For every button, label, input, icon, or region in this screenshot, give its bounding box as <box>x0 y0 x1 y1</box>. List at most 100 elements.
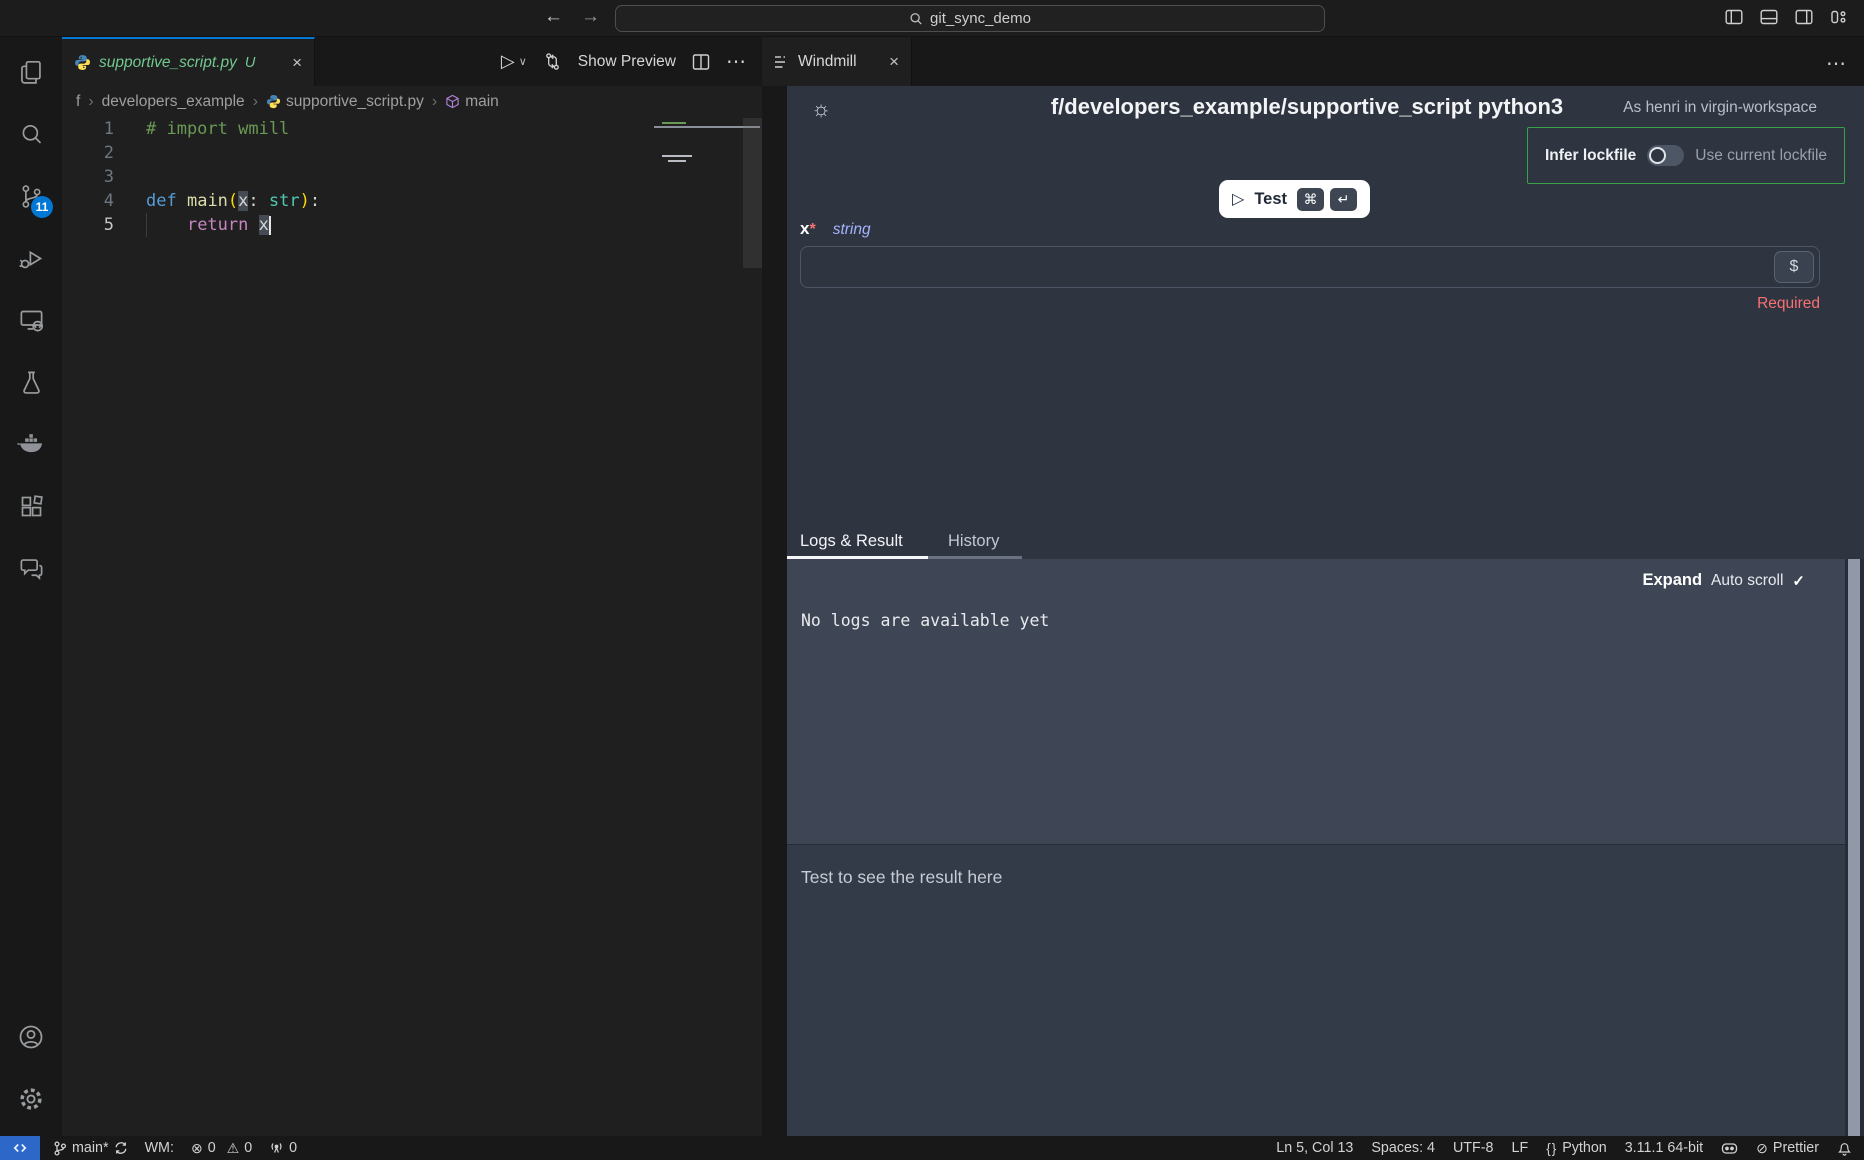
toggle-secondary-sidebar-icon[interactable] <box>1795 9 1813 25</box>
variable-picker-button[interactable]: $ <box>1774 251 1814 283</box>
run-debug-icon[interactable] <box>0 227 62 289</box>
remote-explorer-icon[interactable] <box>0 289 62 351</box>
lockfile-toggle[interactable] <box>1647 145 1684 166</box>
symbol-cube-icon <box>445 94 460 109</box>
source-control-icon[interactable]: 11 <box>0 165 62 227</box>
language-mode[interactable]: {} Python <box>1546 1140 1607 1156</box>
copilot-icon[interactable] <box>1721 1141 1738 1156</box>
breadcrumb-symbol[interactable]: main <box>445 93 499 111</box>
python-file-icon <box>266 94 281 109</box>
back-icon[interactable]: ← <box>544 6 563 28</box>
compare-changes-icon[interactable] <box>543 52 562 71</box>
auto-scroll-toggle[interactable]: Auto scroll <box>1711 572 1783 590</box>
breadcrumb-folder[interactable]: developers_example <box>102 93 245 111</box>
breadcrumb-root[interactable]: f <box>76 93 80 111</box>
eol-sequence[interactable]: LF <box>1512 1140 1529 1156</box>
customize-layout-icon[interactable] <box>1830 9 1848 25</box>
encoding[interactable]: UTF-8 <box>1453 1140 1494 1156</box>
extensions-icon[interactable] <box>0 475 62 537</box>
windmill-tab-bar: Windmill × ⋯ <box>762 37 1864 86</box>
line-number: 3 <box>62 165 114 189</box>
search-view-icon[interactable] <box>0 103 62 165</box>
required-message: Required <box>800 295 1820 313</box>
notifications-bell-icon[interactable] <box>1837 1141 1852 1156</box>
result-panel: Test to see the result here <box>787 844 1845 1136</box>
breadcrumb-separator-icon: › <box>253 93 258 111</box>
tab-label: supportive_script.py <box>99 54 237 72</box>
expand-button[interactable]: Expand <box>1642 571 1702 590</box>
toggle-sidebar-icon[interactable] <box>1725 9 1743 25</box>
test-button[interactable]: ▷ Test ⌘ ↵ <box>1219 180 1370 218</box>
more-actions-icon[interactable]: ⋯ <box>1826 51 1846 76</box>
ports-status[interactable]: 0 <box>269 1140 297 1156</box>
editor-scrollbar[interactable] <box>743 118 762 268</box>
comments-icon[interactable] <box>0 537 62 599</box>
enter-key-icon: ↵ <box>1330 188 1357 211</box>
tab-windmill[interactable]: Windmill × <box>762 37 912 86</box>
indent-guide <box>146 213 147 237</box>
arg-type: string <box>833 221 871 239</box>
tab-logs-result[interactable]: Logs & Result <box>800 532 903 551</box>
branch-icon <box>53 1141 67 1156</box>
breadcrumb: f › developers_example › supportive_scri… <box>62 86 762 117</box>
highlighted-occurrence: x <box>259 215 269 235</box>
more-actions-icon[interactable]: ⋯ <box>726 49 746 74</box>
breadcrumb-separator-icon: › <box>88 93 93 111</box>
run-python-file-icon[interactable]: ▷ <box>501 51 515 72</box>
tab-history[interactable]: History <box>948 532 999 551</box>
git-branch-status[interactable]: main* <box>53 1140 128 1156</box>
toggle-panel-icon[interactable] <box>1760 9 1778 25</box>
close-icon[interactable]: × <box>292 53 302 73</box>
sync-icon <box>114 1141 128 1155</box>
result-placeholder: Test to see the result here <box>801 867 1002 888</box>
windmill-status[interactable]: WM: <box>145 1140 174 1156</box>
chevron-down-icon[interactable]: ∨ <box>519 55 527 68</box>
prettier-slash-icon: ⊘ <box>1756 1140 1768 1157</box>
windmill-panel-icon <box>774 55 790 69</box>
minimap[interactable] <box>660 119 690 179</box>
forward-icon[interactable]: → <box>581 6 600 28</box>
title-bar: ← → git_sync_demo <box>0 0 1864 37</box>
windmill-webview: ☼ f/developers_example/supportive_script… <box>787 86 1864 1136</box>
cursor-position[interactable]: Ln 5, Col 13 <box>1276 1140 1353 1156</box>
code-editor[interactable]: 1# import wmill 2 3 4def main(x: str): 5… <box>62 117 762 1136</box>
vscode-window: ← → git_sync_demo 11 <box>0 0 1864 1160</box>
command-center-search[interactable]: git_sync_demo <box>615 5 1325 32</box>
tab-supportive-script[interactable]: supportive_script.py U × <box>62 37 315 86</box>
activity-bar: 11 <box>0 37 62 1136</box>
windmill-group: Windmill × ⋯ ☼ f/developers_example/supp… <box>762 37 1864 1136</box>
problems-status[interactable]: ⊗ 0 ⚠ 0 <box>191 1140 252 1157</box>
split-editor-icon[interactable] <box>692 53 710 71</box>
scm-badge: 11 <box>31 196 53 218</box>
status-bar: main* WM: ⊗ 0 ⚠ 0 0 Ln 5, Col 13 Spaces:… <box>0 1136 1864 1160</box>
line-number-active: 5 <box>62 213 114 237</box>
prettier-status[interactable]: ⊘ Prettier <box>1756 1140 1819 1157</box>
cmd-key-icon: ⌘ <box>1297 188 1324 211</box>
breadcrumb-separator-icon: › <box>432 93 437 111</box>
arg-x-input[interactable]: $ <box>800 246 1820 288</box>
docker-icon[interactable] <box>0 413 62 475</box>
infer-lockfile-label: Infer lockfile <box>1545 147 1636 165</box>
scrollbar-thumb[interactable] <box>1848 559 1860 1136</box>
settings-gear-icon[interactable] <box>0 1068 62 1130</box>
account-icon[interactable] <box>0 1006 62 1068</box>
editor-tab-bar: supportive_script.py U × ▷ ∨ Show Previe… <box>62 37 762 86</box>
webview-scrollbar[interactable] <box>1845 559 1864 1136</box>
indentation[interactable]: Spaces: 4 <box>1371 1140 1435 1156</box>
remote-indicator[interactable] <box>0 1136 40 1160</box>
breadcrumb-file[interactable]: supportive_script.py <box>266 93 424 111</box>
search-value: git_sync_demo <box>930 10 1031 27</box>
text-cursor <box>269 216 271 235</box>
python-interpreter[interactable]: 3.11.1 64-bit <box>1625 1140 1703 1156</box>
use-current-lockfile-label: Use current lockfile <box>1695 147 1827 165</box>
testing-icon[interactable] <box>0 351 62 413</box>
explorer-icon[interactable] <box>0 41 62 103</box>
line-number: 4 <box>62 189 114 213</box>
line-number: 2 <box>62 141 114 165</box>
tab-label: Windmill <box>798 53 857 71</box>
broadcast-icon <box>269 1141 284 1155</box>
error-icon: ⊗ <box>191 1140 203 1157</box>
show-preview-button[interactable]: Show Preview <box>578 53 676 71</box>
play-icon: ▷ <box>1232 189 1244 209</box>
close-icon[interactable]: × <box>889 52 899 72</box>
